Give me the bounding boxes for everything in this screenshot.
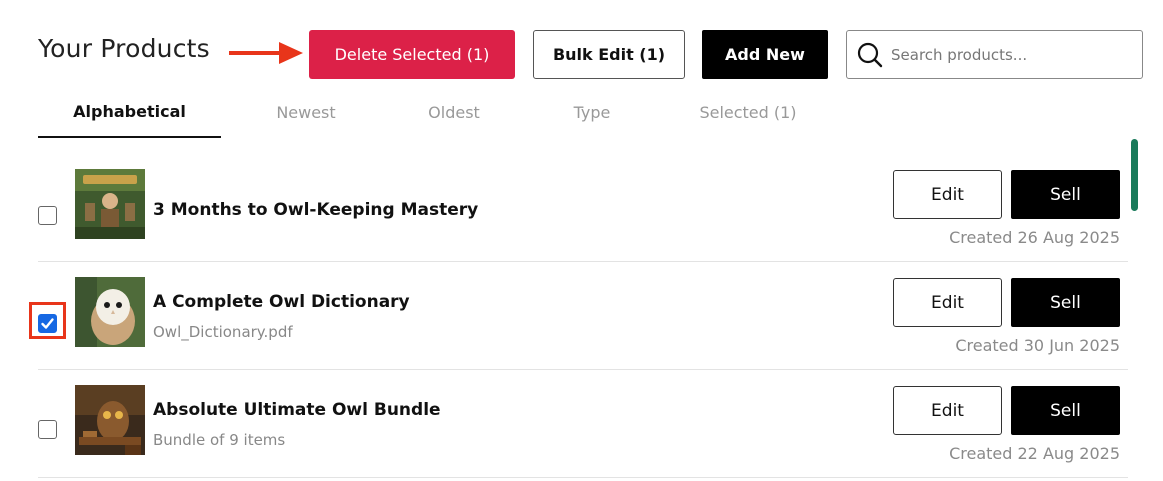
created-date: Created 30 Jun 2025 [955,336,1120,355]
delete-selected-button[interactable]: Delete Selected (1) [309,30,515,79]
product-subtitle: Owl_Dictionary.pdf [153,323,293,341]
add-new-button[interactable]: Add New [702,30,828,79]
product-thumbnail [75,385,145,455]
product-thumbnail [75,169,145,239]
search-box[interactable] [846,30,1143,79]
created-date: Created 22 Aug 2025 [949,444,1120,463]
annotation-arrow-icon [229,42,303,64]
tab-type[interactable]: Type [552,86,632,138]
product-row: Absolute Ultimate Owl Bundle Bundle of 9… [38,370,1128,478]
search-icon [857,42,883,67]
checkmark-icon [41,318,54,329]
product-checkbox[interactable] [38,314,57,333]
page-title: Your Products [38,34,210,63]
product-row: 3 Months to Owl-Keeping Mastery Edit Sel… [38,154,1128,262]
sell-button[interactable]: Sell [1011,386,1120,435]
product-name[interactable]: A Complete Owl Dictionary [153,292,410,312]
edit-button[interactable]: Edit [893,170,1002,219]
edit-button[interactable]: Edit [893,386,1002,435]
sell-button[interactable]: Sell [1011,278,1120,327]
tab-oldest[interactable]: Oldest [409,86,499,138]
created-date: Created 26 Aug 2025 [949,228,1120,247]
product-name[interactable]: Absolute Ultimate Owl Bundle [153,400,441,420]
edit-button[interactable]: Edit [893,278,1002,327]
tab-selected[interactable]: Selected (1) [688,86,808,138]
scrollbar-thumb[interactable] [1131,139,1138,211]
product-thumbnail [75,277,145,347]
product-checkbox[interactable] [38,420,57,439]
tab-newest[interactable]: Newest [256,86,356,138]
bulk-edit-button[interactable]: Bulk Edit (1) [533,30,685,79]
tab-alphabetical[interactable]: Alphabetical [38,86,221,138]
product-row: A Complete Owl Dictionary Owl_Dictionary… [29,262,1128,370]
sell-button[interactable]: Sell [1011,170,1120,219]
product-checkbox[interactable] [38,206,57,225]
product-name[interactable]: 3 Months to Owl-Keeping Mastery [153,200,478,220]
product-subtitle: Bundle of 9 items [153,431,286,449]
search-input[interactable] [891,45,1131,64]
